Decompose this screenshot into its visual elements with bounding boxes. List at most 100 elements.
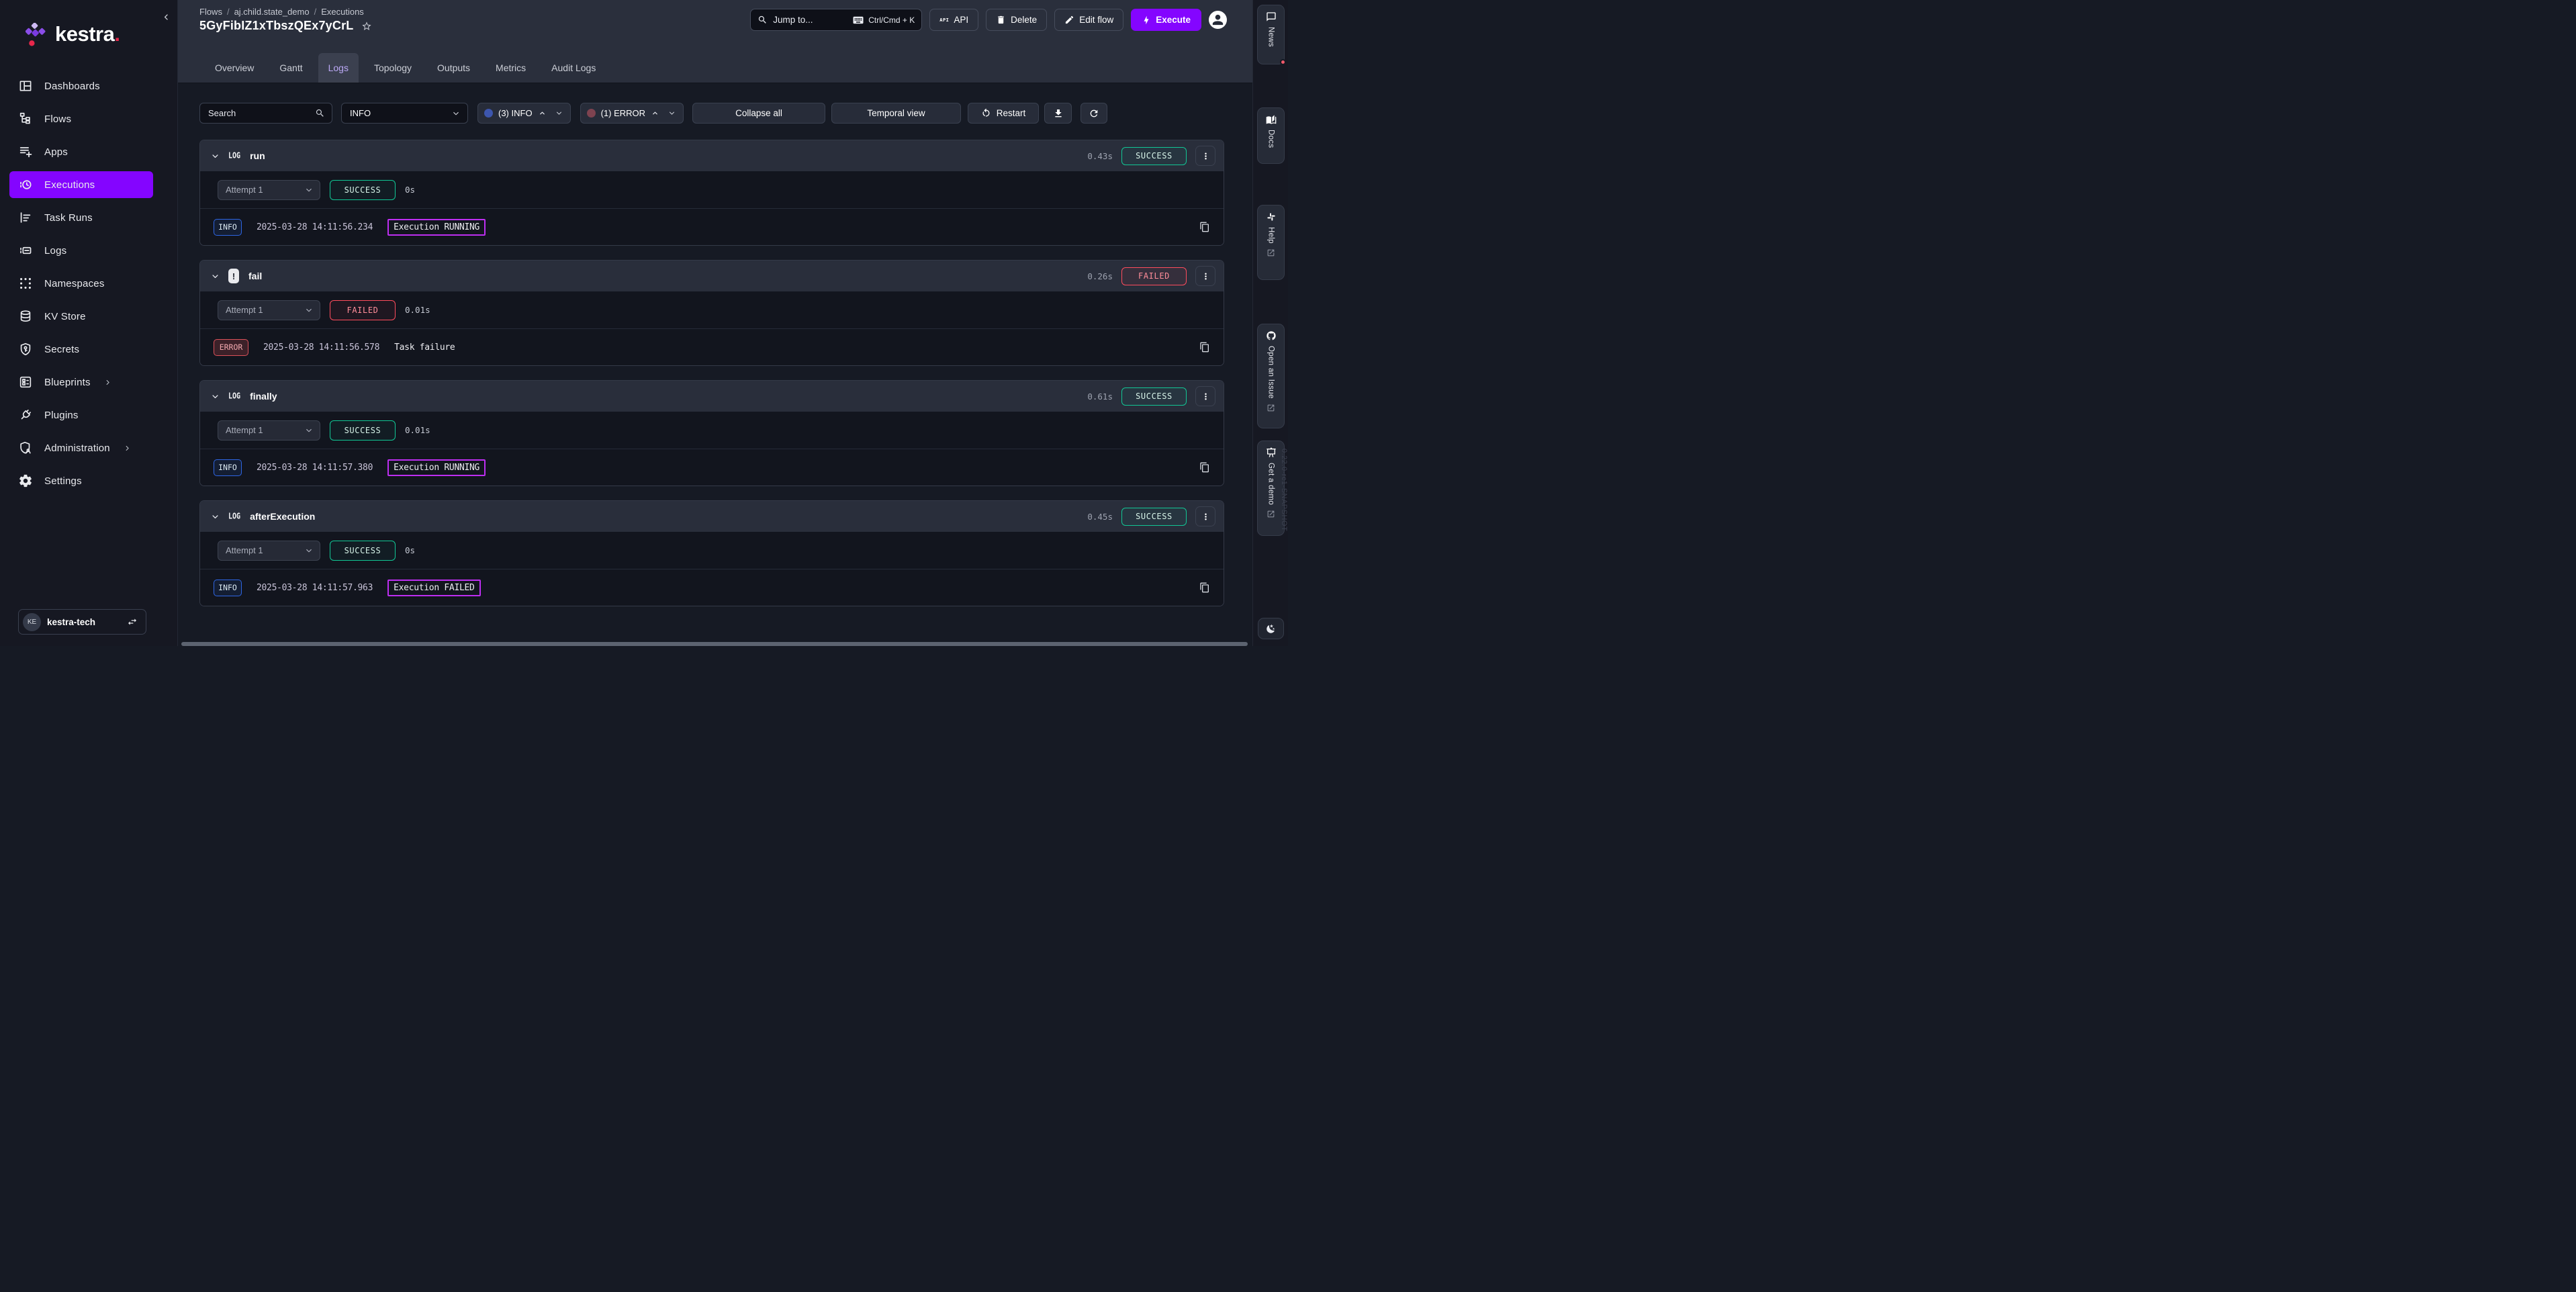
chevron-down-icon[interactable] <box>210 151 220 161</box>
dots-vertical-icon <box>1201 512 1211 522</box>
copy-icon <box>1199 582 1210 593</box>
sidebar-item-logs[interactable]: Logs <box>9 237 153 264</box>
attempt-select[interactable]: Attempt 1 <box>218 300 320 320</box>
tab-outputs[interactable]: Outputs <box>427 53 480 83</box>
chat-icon <box>1266 11 1277 22</box>
caret-up-icon[interactable] <box>651 109 659 118</box>
attempt-duration: 0s <box>405 545 415 555</box>
sidebar-item-task-runs[interactable]: Task Runs <box>9 204 153 231</box>
dashboard-icon <box>18 79 33 93</box>
log-line: ERROR 2025-03-28 14:11:56.578 Task failu… <box>200 329 1224 365</box>
search-icon <box>757 15 768 25</box>
task-menu-button[interactable] <box>1195 266 1215 286</box>
copy-log-button[interactable] <box>1199 462 1214 473</box>
attempt-duration: 0.01s <box>405 425 430 435</box>
horizontal-scrollbar[interactable] <box>181 642 1248 646</box>
sidebar-collapse-button[interactable] <box>158 9 173 24</box>
news-button[interactable]: News <box>1257 5 1285 64</box>
task-card-header[interactable]: ! fail 0.26s FAILED <box>200 261 1224 291</box>
task-card-header[interactable]: LOG afterExecution 0.45s SUCCESS <box>200 501 1224 532</box>
docs-button[interactable]: Docs <box>1257 107 1285 164</box>
task-menu-button[interactable] <box>1195 506 1215 526</box>
chevron-down-icon <box>304 306 314 315</box>
header-left: Flows / aj.child.state_demo / Executions… <box>199 7 372 33</box>
user-avatar[interactable] <box>1209 11 1227 29</box>
api-button[interactable]: API API <box>929 9 978 31</box>
task-card-run: LOG run 0.43s SUCCESS Attempt 1 SUCCESS … <box>199 140 1224 246</box>
caret-up-icon[interactable] <box>538 109 547 118</box>
attempt-select[interactable]: Attempt 1 <box>218 180 320 200</box>
chevron-down-icon[interactable] <box>668 109 676 118</box>
sidebar-item-administration[interactable]: Administration <box>9 434 153 461</box>
sidebar-item-kv-store[interactable]: KV Store <box>9 303 153 330</box>
dots-vertical-icon <box>1201 151 1211 161</box>
sidebar-item-secrets[interactable]: Secrets <box>9 336 153 363</box>
logs-content: Search INFO (3) INFO (1) ERROR Collapse … <box>178 83 1252 646</box>
log-level-select[interactable]: INFO <box>341 103 468 124</box>
breadcrumb-namespace[interactable]: aj.child.state_demo <box>234 7 310 17</box>
star-icon <box>361 21 372 32</box>
breadcrumb-flows[interactable]: Flows <box>199 7 222 17</box>
search-input[interactable]: Search <box>199 103 332 124</box>
execute-button[interactable]: Execute <box>1131 9 1201 31</box>
info-count-chip[interactable]: (3) INFO <box>477 103 571 124</box>
open-an-issue-label: Open an Issue <box>1267 346 1275 399</box>
attempt-row: Attempt 1 FAILED 0.01s <box>200 291 1224 329</box>
chevron-down-icon[interactable] <box>210 271 220 281</box>
sidebar-item-settings[interactable]: Settings <box>9 467 153 494</box>
tab-topology[interactable]: Topology <box>364 53 422 83</box>
sidebar-item-dashboards[interactable]: Dashboards <box>9 73 153 99</box>
breadcrumb-executions[interactable]: Executions <box>321 7 364 17</box>
tab-overview[interactable]: Overview <box>205 53 264 83</box>
sidebar-item-flows[interactable]: Flows <box>9 105 153 132</box>
tab-audit-logs[interactable]: Audit Logs <box>541 53 606 83</box>
collapse-all-button[interactable]: Collapse all <box>692 103 825 124</box>
copy-log-button[interactable] <box>1199 582 1214 593</box>
chevron-down-icon[interactable] <box>210 512 220 522</box>
download-logs-button[interactable] <box>1044 103 1072 124</box>
tenant-selector[interactable]: KE kestra-tech <box>18 609 146 635</box>
sidebar-item-apps[interactable]: Apps <box>9 138 153 165</box>
sidebar-item-executions[interactable]: Executions <box>9 171 153 198</box>
attempt-select[interactable]: Attempt 1 <box>218 420 320 441</box>
tab-gantt[interactable]: Gantt <box>269 53 312 83</box>
temporal-view-button[interactable]: Temporal view <box>831 103 961 124</box>
task-menu-button[interactable] <box>1195 146 1215 166</box>
sidebar-item-label: Settings <box>44 475 82 487</box>
task-menu-button[interactable] <box>1195 386 1215 406</box>
task-card-header[interactable]: LOG finally 0.61s SUCCESS <box>200 381 1224 412</box>
chevron-down-icon[interactable] <box>210 391 220 402</box>
restart-button[interactable]: Restart <box>968 103 1039 124</box>
kestra-logo[interactable]: kestra. <box>26 23 120 48</box>
chevron-down-icon[interactable] <box>555 109 563 118</box>
person-icon <box>1210 12 1226 28</box>
tab-logs[interactable]: Logs <box>318 53 359 83</box>
copy-log-button[interactable] <box>1199 222 1214 232</box>
sidebar-item-namespaces[interactable]: Namespaces <box>9 270 153 297</box>
refresh-button[interactable] <box>1080 103 1107 124</box>
news-label: News <box>1267 27 1275 47</box>
moon-icon <box>1266 624 1276 634</box>
jump-to-search[interactable]: Jump to... Ctrl/Cmd + K <box>750 9 922 31</box>
edit-flow-button[interactable]: Edit flow <box>1054 9 1123 31</box>
tab-metrics[interactable]: Metrics <box>486 53 536 83</box>
sidebar-item-blueprints[interactable]: Blueprints <box>9 369 153 396</box>
error-count-chip[interactable]: (1) ERROR <box>580 103 684 124</box>
copy-log-button[interactable] <box>1199 342 1214 353</box>
help-button[interactable]: Help <box>1257 205 1285 280</box>
status-badge: SUCCESS <box>1121 387 1187 406</box>
trash-icon <box>996 15 1006 25</box>
delete-button[interactable]: Delete <box>986 9 1047 31</box>
theme-toggle-button[interactable] <box>1258 618 1284 639</box>
api-icon: API <box>939 17 949 23</box>
sidebar-item-label: Blueprints <box>44 377 91 388</box>
attempt-select[interactable]: Attempt 1 <box>218 541 320 561</box>
task-card-header[interactable]: LOG run 0.43s SUCCESS <box>200 140 1224 171</box>
search-placeholder: Search <box>208 108 236 118</box>
lightning-bolt-icon <box>1142 15 1151 25</box>
breadcrumb-separator: / <box>314 7 317 17</box>
sidebar-item-plugins[interactable]: Plugins <box>9 402 153 428</box>
favorite-star-button[interactable] <box>361 21 372 32</box>
open-an-issue-button[interactable]: Open an Issue <box>1257 324 1285 428</box>
chevron-down-icon <box>451 109 461 118</box>
